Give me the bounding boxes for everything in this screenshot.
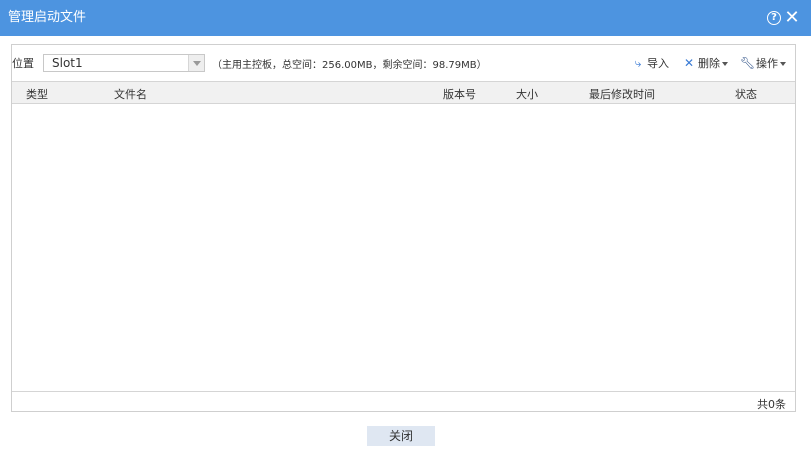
import-icon: ⤷ bbox=[634, 56, 642, 70]
storage-info: （主用主控板，总空间：256.00MB，剩余空间：98.79MB） bbox=[212, 60, 487, 71]
close-button[interactable]: 关闭 bbox=[367, 426, 435, 446]
dialog-title: 管理启动文件 bbox=[8, 10, 87, 25]
delete-button[interactable]: ✕ 删除 bbox=[682, 55, 728, 71]
column-header-size[interactable]: 大小 bbox=[516, 86, 538, 102]
toolbar: 位置 Slot1 （主用主控板，总空间：256.00MB，剩余空间：98.79M… bbox=[12, 45, 795, 81]
import-label: 导入 bbox=[647, 57, 669, 70]
dialog-titlebar: 管理启动文件 ? ✕ bbox=[0, 0, 811, 36]
column-header-modified-time[interactable]: 最后修改时间 bbox=[589, 86, 655, 102]
location-select-value: Slot1 bbox=[52, 56, 83, 70]
total-count: 共0条 bbox=[757, 398, 786, 411]
column-header-type[interactable]: 类型 bbox=[26, 86, 48, 102]
caret-down-icon bbox=[722, 62, 728, 66]
wrench-icon: 🔧︎ bbox=[740, 56, 756, 70]
table-footer: 共0条 bbox=[12, 391, 795, 412]
file-panel: 位置 Slot1 （主用主控板，总空间：256.00MB，剩余空间：98.79M… bbox=[11, 44, 796, 412]
close-icon[interactable]: ✕ bbox=[782, 9, 802, 29]
table-body bbox=[12, 104, 795, 391]
delete-label: 删除 bbox=[698, 57, 720, 70]
help-icon[interactable]: ? bbox=[767, 11, 781, 25]
operate-label: 操作 bbox=[756, 57, 778, 70]
import-button[interactable]: ⤷ 导入 bbox=[631, 55, 669, 71]
delete-x-icon: ✕ bbox=[683, 56, 695, 70]
column-header-filename[interactable]: 文件名 bbox=[114, 86, 147, 102]
column-header-status[interactable]: 状态 bbox=[735, 86, 757, 102]
caret-down-icon bbox=[780, 62, 786, 66]
location-label: 位置 bbox=[12, 57, 34, 70]
location-select[interactable]: Slot1 bbox=[43, 54, 205, 72]
operate-button[interactable]: 🔧︎操作 bbox=[740, 55, 786, 71]
chevron-down-icon[interactable] bbox=[188, 55, 204, 71]
column-header-version[interactable]: 版本号 bbox=[443, 86, 476, 102]
table-header: 类型 文件名 版本号 大小 最后修改时间 状态 bbox=[12, 81, 795, 104]
